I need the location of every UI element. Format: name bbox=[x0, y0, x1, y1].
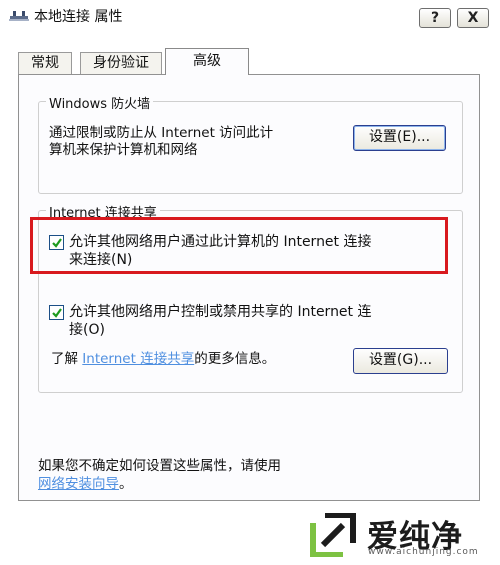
learn-more-text: 了解 Internet 连接共享的更多信息。 bbox=[51, 351, 275, 368]
firewall-group: Windows 防火墙 通过限制或防止从 Internet 访问此计 算机来保护… bbox=[38, 93, 463, 194]
learn-more-prefix: 了解 bbox=[51, 351, 83, 367]
checkmark-icon bbox=[52, 238, 62, 248]
allow-connect-checkbox[interactable] bbox=[49, 235, 64, 250]
brand-domain: www.aichunjing.com bbox=[368, 547, 479, 557]
footer-suffix: 。 bbox=[119, 476, 133, 492]
firewall-description-line1: 通过限制或防止从 Internet 访问此计 bbox=[49, 125, 274, 141]
watermark: 爱纯净 www.aichunjing.com bbox=[300, 507, 495, 562]
allow-control-checkbox[interactable] bbox=[49, 305, 64, 320]
title-bar: 本地连接 属性 ? X bbox=[0, 0, 500, 30]
brand-logo-icon bbox=[309, 512, 361, 561]
checkmark-icon bbox=[52, 308, 62, 318]
ics-group: Internet 连接共享 允许其他网络用户通过此计算机的 Internet 连… bbox=[38, 202, 463, 393]
window-title: 本地连接 属性 bbox=[34, 9, 123, 25]
tab-advanced[interactable]: 高级 bbox=[165, 48, 249, 75]
firewall-description-line2: 算机来保护计算机和网络 bbox=[49, 142, 198, 158]
tab-general[interactable]: 常规 bbox=[18, 52, 72, 74]
ics-settings-button[interactable]: 设置(G)... bbox=[353, 348, 448, 374]
ics-help-link[interactable]: Internet 连接共享 bbox=[82, 351, 194, 367]
network-setup-wizard-link[interactable]: 网络安装向导 bbox=[38, 476, 119, 492]
firewall-settings-button[interactable]: 设置(E)... bbox=[353, 125, 446, 151]
allow-control-label-line1[interactable]: 允许其他网络用户控制或禁用共享的 Internet 连 bbox=[69, 303, 372, 321]
help-button[interactable]: ? bbox=[419, 8, 451, 28]
learn-more-suffix: 的更多信息。 bbox=[194, 351, 276, 367]
allow-control-label-line2[interactable]: 接(O) bbox=[69, 321, 105, 339]
footer-text: 如果您不确定如何设置这些属性，请使用 网络安装向导。 bbox=[38, 457, 281, 493]
firewall-group-title: Windows 防火墙 bbox=[46, 93, 154, 112]
tab-authentication[interactable]: 身份验证 bbox=[80, 52, 162, 74]
allow-connect-label-line2[interactable]: 来连接(N) bbox=[69, 251, 132, 269]
ics-group-title: Internet 连接共享 bbox=[46, 202, 160, 221]
advanced-tab-panel: Windows 防火墙 通过限制或防止从 Internet 访问此计 算机来保护… bbox=[18, 74, 480, 501]
close-button[interactable]: X bbox=[457, 8, 489, 28]
network-connection-icon bbox=[9, 7, 29, 23]
footer-line1: 如果您不确定如何设置这些属性，请使用 bbox=[38, 458, 281, 474]
allow-connect-label-line1[interactable]: 允许其他网络用户通过此计算机的 Internet 连接 bbox=[69, 233, 372, 251]
